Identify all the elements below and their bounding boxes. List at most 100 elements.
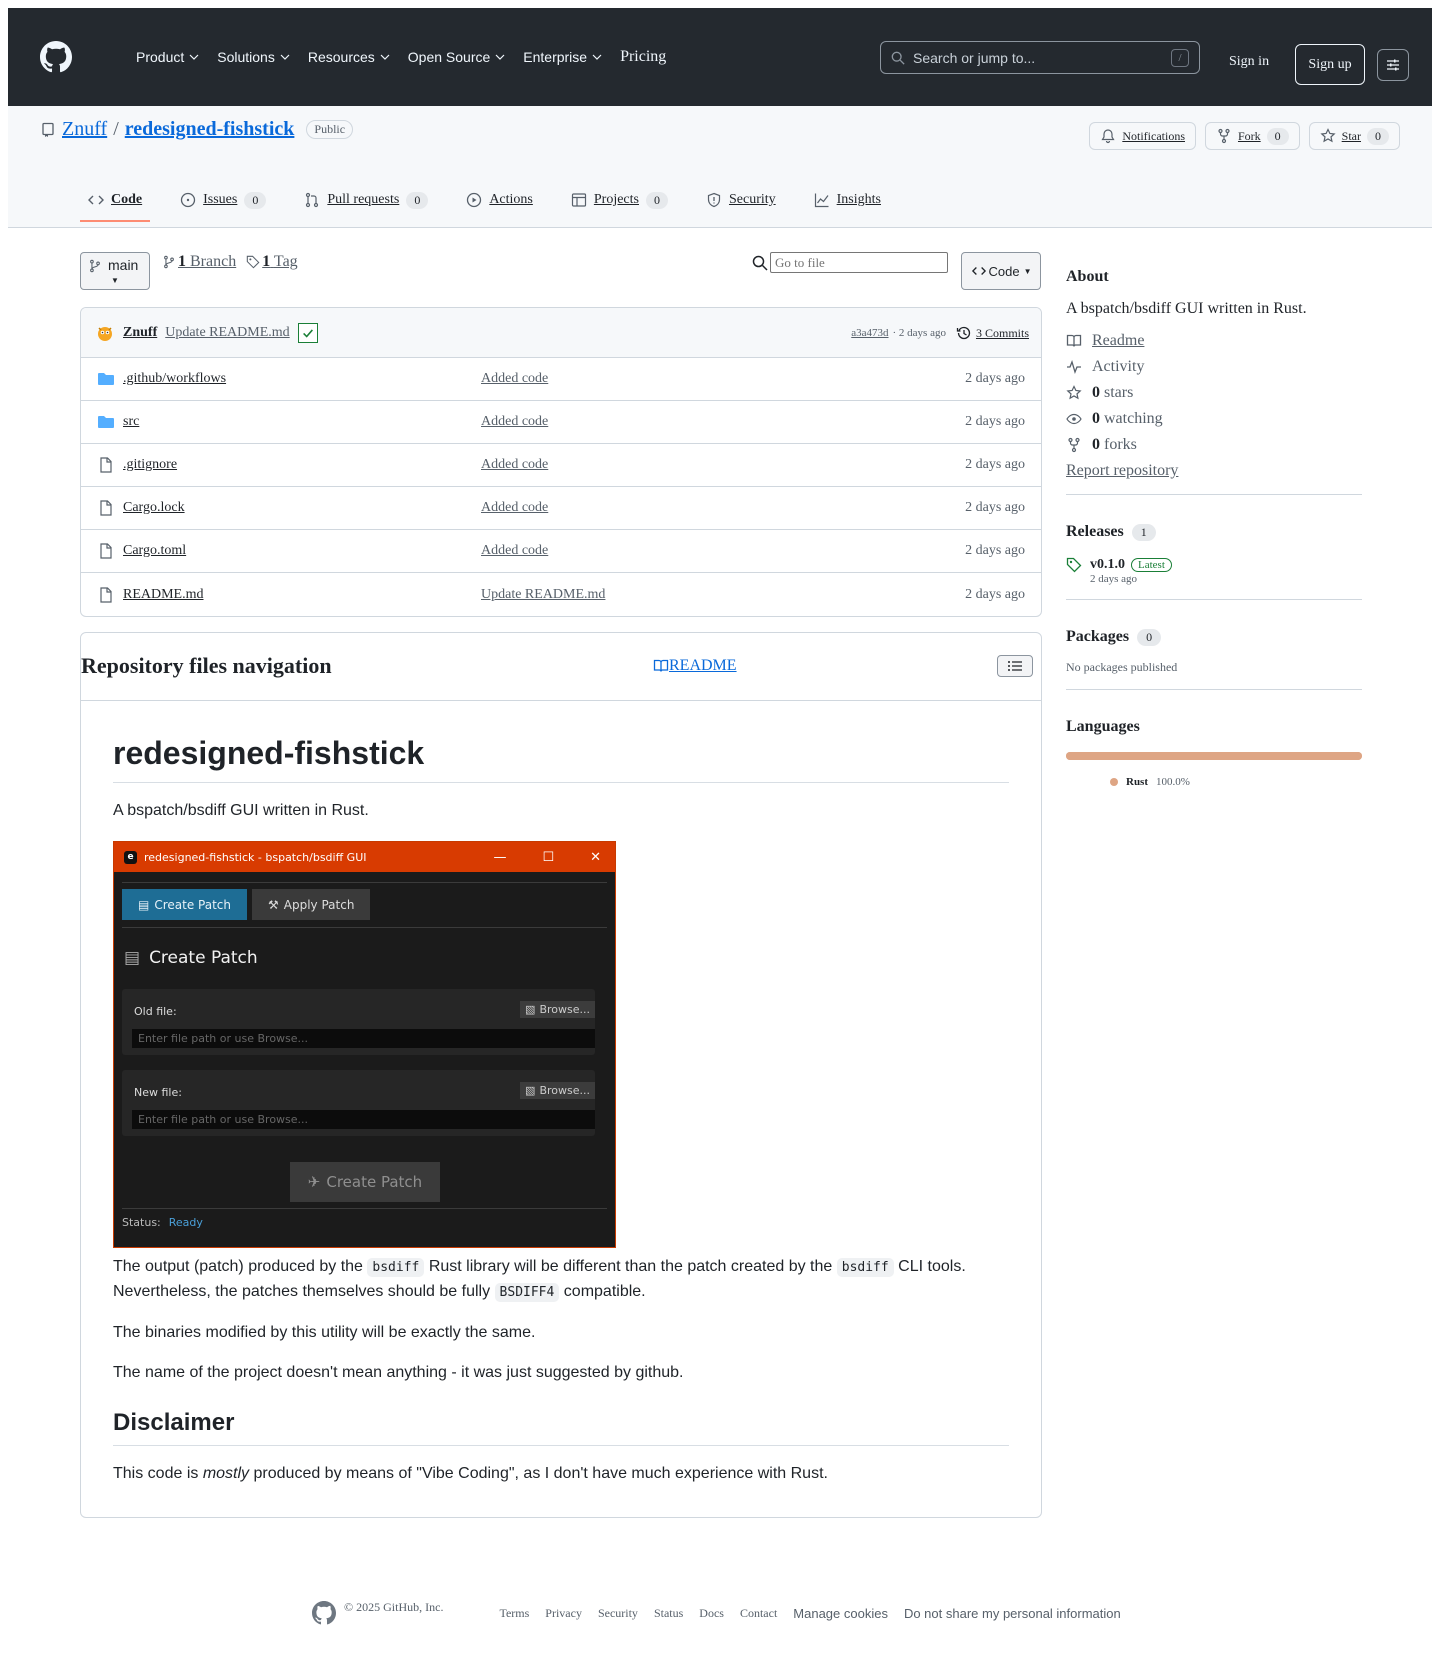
file-commit-age: 2 days ago: [965, 586, 1025, 602]
file-row[interactable]: .github/workflows Added code 2 days ago: [81, 358, 1041, 401]
footer-link[interactable]: Status: [654, 1606, 683, 1621]
latest-commit-row: Znuff Update README.md a3a473d · 2 days …: [81, 308, 1041, 358]
latest-release[interactable]: v0.1.0 Latest 2 days ago: [1066, 555, 1362, 585]
nav-solutions[interactable]: Solutions: [217, 49, 290, 65]
language-name: Rust: [1126, 776, 1149, 788]
activity-link[interactable]: Activity: [1066, 354, 1362, 380]
nav-enterprise[interactable]: Enterprise: [523, 49, 602, 65]
tab-count: 0: [645, 191, 668, 209]
github-logo-icon[interactable]: [40, 41, 72, 73]
repo-owner-link[interactable]: Znuff: [62, 118, 107, 141]
tab-count: 0: [406, 191, 429, 209]
tab-code[interactable]: Code: [80, 172, 151, 228]
commits-link[interactable]: 3 Commits: [976, 326, 1029, 341]
star-label: Star: [1341, 128, 1361, 143]
pull-request-icon: [306, 192, 319, 208]
tab-issues[interactable]: Issues 0: [172, 172, 274, 228]
file-name-link[interactable]: .gitignore: [123, 457, 481, 473]
text: compatible.: [563, 1283, 646, 1300]
readme-tab-label: README: [669, 657, 737, 674]
tags-link[interactable]: 1 Tag: [262, 253, 297, 271]
packages-title[interactable]: Packages 0: [1066, 628, 1362, 646]
check-status-icon[interactable]: [297, 322, 318, 343]
file-row[interactable]: .gitignore Added code 2 days ago: [81, 444, 1041, 487]
file-row[interactable]: Cargo.toml Added code 2 days ago: [81, 530, 1041, 573]
repo-sidebar: About A bspatch/bsdiff GUI written in Ru…: [1066, 230, 1362, 788]
file-row[interactable]: README.md Update README.md 2 days ago: [81, 573, 1041, 616]
branch-select-button[interactable]: main ▼: [80, 252, 150, 290]
go-to-file-input[interactable]: [770, 252, 948, 273]
tab-projects[interactable]: Projects 0: [563, 172, 676, 228]
file-name-link[interactable]: Cargo.toml: [123, 543, 481, 559]
footer-link[interactable]: Privacy: [545, 1606, 582, 1621]
language-rust[interactable]: Rust 100.0%: [1110, 776, 1362, 788]
star-button[interactable]: Star 0: [1308, 122, 1400, 150]
notifications-button[interactable]: Notifications: [1089, 122, 1196, 150]
commit-message-link[interactable]: Update README.md: [165, 325, 289, 341]
search-shortcut-key: /: [1171, 48, 1189, 67]
chevron-down-icon: [592, 54, 602, 60]
file-row[interactable]: Cargo.lock Added code 2 days ago: [81, 487, 1041, 530]
repo-name-link[interactable]: redesigned-fishstick: [125, 118, 295, 141]
text: Nevertheless, the patches themselves sho…: [113, 1283, 491, 1300]
header-menu-button[interactable]: [1377, 49, 1409, 81]
languages-title: Languages: [1066, 718, 1140, 735]
forks-link[interactable]: 0 forks: [1066, 432, 1362, 458]
sign-in-link[interactable]: Sign in: [1229, 54, 1269, 70]
avatar[interactable]: [95, 323, 115, 343]
file-commit-message-link[interactable]: Added code: [481, 543, 1025, 559]
language-bar: [1066, 752, 1362, 760]
search-input[interactable]: Search or jump to... /: [880, 41, 1200, 74]
nav-open-source[interactable]: Open Source: [408, 49, 506, 65]
watching-link[interactable]: 0 watching: [1066, 406, 1362, 432]
code-dropdown-button[interactable]: Code ▼: [961, 252, 1041, 290]
nav-label: Enterprise: [523, 49, 588, 65]
nav-label: Solutions: [217, 49, 275, 65]
readme-tab[interactable]: README: [653, 657, 737, 675]
do-not-share-link[interactable]: Do not share my personal information: [904, 1606, 1121, 1621]
commit-author-link[interactable]: Znuff: [123, 325, 157, 341]
file-commit-message-link[interactable]: Update README.md: [481, 587, 1025, 603]
branch-icon: [164, 255, 174, 269]
tab-security[interactable]: Security: [698, 172, 784, 228]
footer-link[interactable]: Contact: [740, 1606, 777, 1621]
nav-label: Product: [136, 49, 185, 65]
file-name-link[interactable]: .github/workflows: [123, 371, 481, 387]
file-name-link[interactable]: Cargo.lock: [123, 500, 481, 516]
readme-link[interactable]: Readme: [1066, 328, 1362, 354]
readme-link-label: Readme: [1092, 332, 1145, 349]
github-logo-icon[interactable]: [312, 1601, 336, 1625]
nav-resources[interactable]: Resources: [308, 49, 390, 65]
footer-link[interactable]: Security: [598, 1606, 638, 1621]
sign-up-button[interactable]: Sign up: [1295, 44, 1365, 85]
file-commit-message-link[interactable]: Added code: [481, 500, 1025, 516]
new-file-label: New file:: [134, 1086, 182, 1099]
commit-sha-link[interactable]: a3a473d: [851, 327, 888, 339]
code-button-label: Code: [988, 263, 1020, 279]
file-commit-message-link[interactable]: Added code: [481, 457, 1025, 473]
list-icon: [1008, 661, 1022, 671]
outline-button[interactable]: [997, 655, 1033, 677]
footer-link[interactable]: Terms: [499, 1606, 529, 1621]
report-repository-link[interactable]: Report repository: [1066, 462, 1362, 480]
tab-actions[interactable]: Actions: [458, 172, 541, 228]
footer-link[interactable]: Docs: [699, 1606, 724, 1621]
file-commit-age: 2 days ago: [965, 371, 1025, 386]
manage-cookies-button[interactable]: Manage cookies: [793, 1606, 888, 1621]
text: produced by means of "Vibe Coding", as I…: [253, 1465, 828, 1482]
releases-title[interactable]: Releases 1: [1066, 523, 1362, 541]
tab-pull-requests[interactable]: Pull requests 0: [296, 172, 436, 228]
stars-link[interactable]: 0 stars: [1066, 380, 1362, 406]
file-row[interactable]: src Added code 2 days ago: [81, 401, 1041, 444]
folder-icon: [98, 416, 114, 428]
nav-pricing[interactable]: Pricing: [620, 48, 666, 66]
tab-insights[interactable]: Insights: [806, 172, 889, 228]
file-name-link[interactable]: README.md: [123, 587, 481, 603]
nav-product[interactable]: Product: [136, 49, 199, 65]
branches-link[interactable]: 1 Branch: [178, 253, 236, 271]
file-commit-message-link[interactable]: Added code: [481, 414, 1025, 430]
fork-button[interactable]: Fork 0: [1204, 122, 1300, 150]
screenshot-create-patch-button: ✈ Create Patch: [290, 1162, 440, 1202]
file-commit-message-link[interactable]: Added code: [481, 371, 1025, 387]
file-name-link[interactable]: src: [123, 414, 481, 430]
